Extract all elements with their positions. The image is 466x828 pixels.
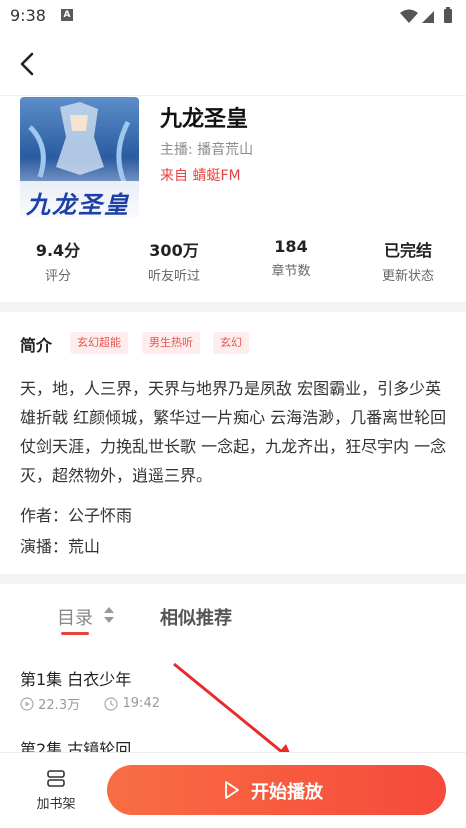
tab-catalog[interactable]: 目录 (57, 604, 93, 630)
notification-icon: A (61, 9, 73, 21)
stat-label: 章节数 (271, 264, 311, 279)
stat-status: 已完结 更新状态 (358, 237, 458, 284)
section-divider (0, 302, 466, 312)
back-arrow-icon[interactable] (14, 50, 42, 78)
stat-chapters: 184 章节数 (241, 237, 341, 279)
top-nav-bar (0, 32, 466, 96)
clock-icon (104, 696, 118, 711)
signal-battery-icon (400, 7, 452, 23)
play-count-icon (20, 696, 34, 711)
episode-item[interactable]: 第1集 白衣少年 22.3万 19:42 (0, 666, 466, 736)
book-header: 九龙圣皇 九龙圣皇 主播: 播音荒山 来自 蜻蜓FM 9.4分 评分 300万 … (0, 97, 466, 303)
tag-fantasy[interactable]: 玄幻 (213, 332, 249, 354)
stat-listeners: 300万 听友听过 (124, 237, 224, 284)
status-time: 9:38 (10, 6, 46, 25)
stat-value: 300万 (149, 241, 199, 260)
book-cover[interactable]: 九龙圣皇 (20, 97, 139, 218)
tag-fantasy-power[interactable]: 玄幻超能 (70, 332, 128, 354)
status-bar: 9:38 A (0, 0, 466, 32)
bottom-action-bar: 加书架 开始播放 (0, 752, 466, 828)
stat-value: 9.4分 (35, 241, 81, 260)
narrator-credit: 演播：荒山 (20, 537, 101, 556)
episode-title: 第1集 白衣少年 (20, 670, 132, 689)
tab-similar[interactable]: 相似推荐 (160, 604, 232, 630)
start-play-label: 开始播放 (251, 782, 323, 803)
episode-duration: 19:42 (122, 696, 160, 711)
tab-bar: 目录 相似推荐 (0, 584, 466, 644)
stat-label: 评分 (44, 269, 71, 284)
author-credit: 作者：公子怀雨 (20, 506, 133, 525)
stat-value: 184 (274, 237, 308, 256)
stat-value: 已完结 (383, 241, 432, 260)
stats-row: 9.4分 评分 300万 听友听过 184 章节数 已完结 更新状态 (0, 237, 466, 287)
add-to-shelf-label: 加书架 (36, 797, 76, 812)
stat-label: 听友听过 (147, 269, 200, 284)
episode-plays: 22.3万 (38, 698, 81, 713)
stat-rating: 9.4分 评分 (8, 237, 108, 284)
sort-icon[interactable] (101, 604, 117, 626)
book-source[interactable]: 来自 蜻蜓FM (160, 165, 241, 185)
bookshelf-icon (47, 770, 65, 787)
add-to-shelf-button[interactable]: 加书架 (24, 767, 88, 817)
tag-male-hot[interactable]: 男生热听 (142, 332, 200, 354)
intro-text: 天，地，人三界，天界与地界乃是夙敌 宏图霸业，引多少英雄折戟 红颜倾城，繁华过一… (20, 379, 447, 485)
intro-label: 简介 (20, 336, 53, 355)
section-divider (0, 574, 466, 584)
active-tab-indicator (61, 632, 89, 635)
book-host: 主播: 播音荒山 (160, 142, 254, 158)
episode-meta: 22.3万 19:42 (20, 694, 160, 713)
cover-title-art: 九龙圣皇 (26, 191, 130, 218)
intro-section: 简介 玄幻超能 男生热听 玄幻 天，地，人三界，天界与地界乃是夙敌 宏图霸业，引… (0, 312, 466, 574)
start-play-button[interactable]: 开始播放 (107, 765, 446, 815)
play-icon (225, 781, 239, 799)
book-title: 九龙圣皇 (160, 107, 249, 132)
stat-label: 更新状态 (381, 269, 434, 284)
